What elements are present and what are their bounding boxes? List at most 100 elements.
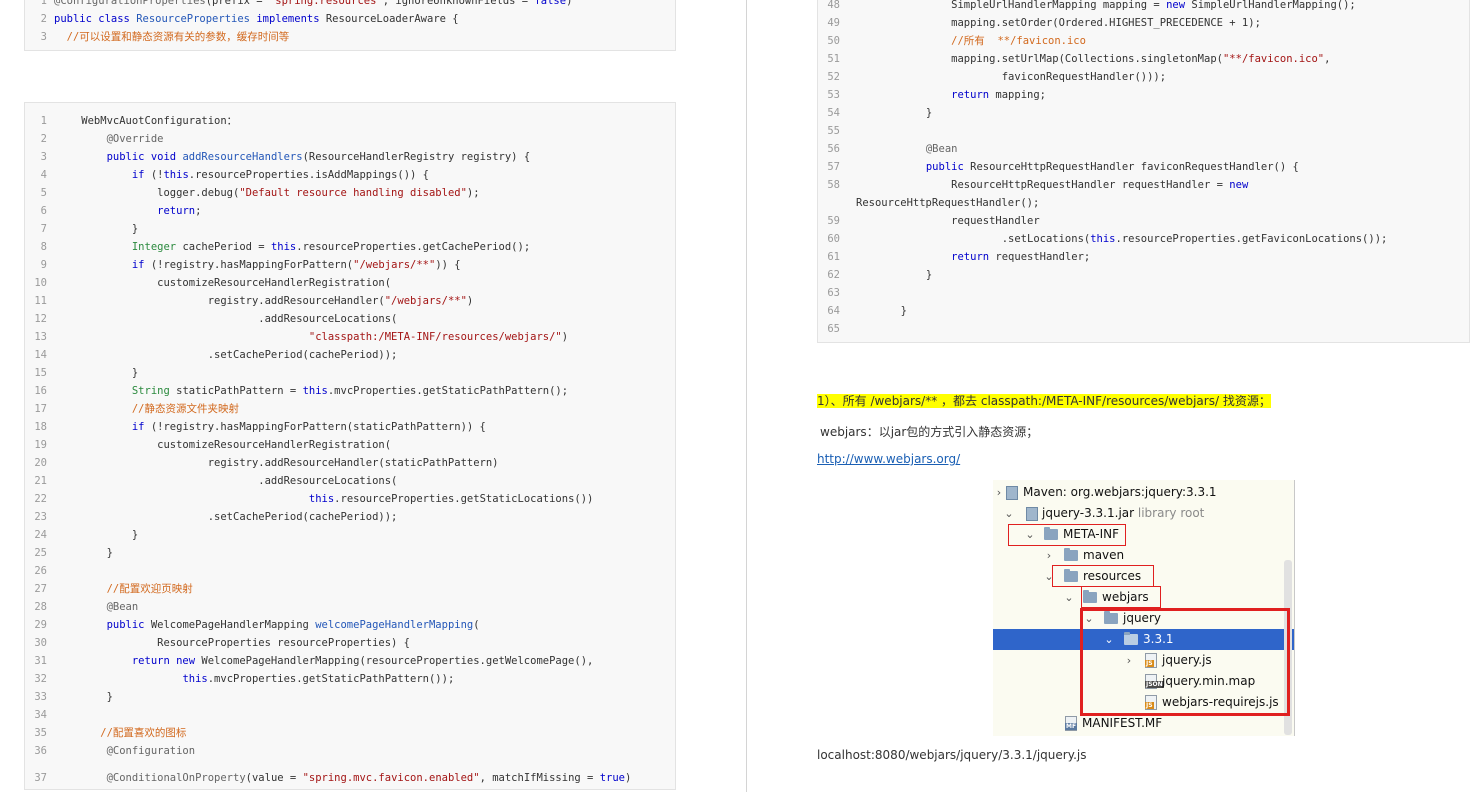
chevron-down-icon: ⌄ [1004,507,1014,520]
code-line: 29 public WelcomePageHandlerMapping welc… [25,616,675,634]
line-number: 53 [827,89,840,101]
code-text: //可以设置和静态资源有关的参数，缓存时间等 [66,31,290,43]
code-text: registry.addResourceHandler("/webjars/**… [56,295,474,307]
tree-row-maven-dir[interactable]: › maven [993,545,1294,566]
code-line: 1 @ConfigurationProperties(prefix = "spri… [25,0,675,10]
line-number: 21 [34,475,47,487]
line-number: 33 [34,691,47,703]
project-tree-screenshot: › Maven: org.webjars:jquery:3.3.1 ⌄ jque… [993,480,1295,736]
code-text: customizeResourceHandlerRegistration( [56,277,392,289]
manifest-file-icon: MF [1065,716,1078,731]
line-number: 16 [34,385,47,397]
code-line: 28 @Bean [25,598,675,616]
code-line: 55 [818,122,1469,140]
line-number: 3 [40,151,47,163]
code-text: public class ResourceProperties implemen… [54,13,459,25]
code-line: 13 "classpath:/META-INF/resources/webjar… [25,328,675,346]
code-text: mapping.setUrlMap(Collections.singletonM… [850,53,1331,65]
code-line: 8 Integer cachePeriod = this.resourcePro… [25,238,675,256]
code-text: if (!registry.hasMappingForPattern("/web… [131,259,461,271]
line-number: 62 [827,269,840,281]
line-number: 13 [34,331,47,343]
code-text: @ConditionalOnProperty(value = "spring.m… [106,772,632,784]
url-example: localhost:8080/webjars/jquery/3.3.1/jque… [817,748,1087,762]
line-number: 30 [34,637,47,649]
code-text: } [850,107,933,119]
line-number: 7 [40,223,47,235]
webjars-description: webjars：以jar包的方式引入静态资源； [820,425,1039,439]
code-text: } [56,547,113,559]
tree-row-maven[interactable]: › Maven: org.webjars:jquery:3.3.1 [993,482,1294,503]
line-number: 34 [34,709,47,721]
code-text: this.mvcProperties.getStaticPathPattern(… [182,673,455,685]
line-number: 63 [827,287,840,299]
line-number: 28 [34,601,47,613]
line-number: 25 [34,547,47,559]
line-number: 22 [34,493,47,505]
code-line: 17 //静态资源文件夹映射 [25,400,675,418]
line-number: 10 [34,277,47,289]
line-number: 59 [827,215,840,227]
code-line: 20 registry.addResourceHandler(staticPat… [25,454,675,472]
webjars-link[interactable]: http://www.webjars.org/ [817,452,960,466]
code-line: 37 @ConditionalOnProperty(value = "sprin… [25,769,675,787]
code-line: 14 .setCachePeriod(cachePeriod)); [25,346,675,364]
code-line: 35 //配置喜欢的图标 [25,724,675,742]
code-text: } [56,529,139,541]
code-text: if (!registry.hasMappingForPattern(stati… [131,421,486,433]
code-line: 53 return mapping; [818,86,1469,104]
code-line: 21 .addResourceLocations( [25,472,675,490]
line-number: 29 [34,619,47,631]
code-line: 54 } [818,104,1469,122]
tree-label: jquery-3.3.1.jar library root [1042,506,1205,520]
code-line: 6 return; [25,202,675,220]
code-line: 51 mapping.setUrlMap(Collections.singlet… [818,50,1469,68]
code-text: @Configuration [106,745,196,757]
highlighted-text: 1）、所有 /webjars/** ，都去 classpath:/META-IN… [817,394,1271,408]
code-line: 18 if (!registry.hasMappingForPattern(st… [25,418,675,436]
line-number: 2 [40,133,47,145]
code-text: } [850,269,933,281]
line-number: 57 [827,161,840,173]
code-block-resource-properties: 1 @ConfigurationProperties(prefix = "spri… [24,0,676,51]
code-line: 4 if (!this.resourceProperties.isAddMapp… [25,166,675,184]
tree-label: Maven: org.webjars:jquery:3.3.1 [1023,485,1217,499]
line-number: 37 [34,772,47,784]
line-number: 3 [40,31,47,43]
tree-row-manifest[interactable]: MF MANIFEST.MF [993,713,1294,734]
line-number: 18 [34,421,47,433]
code-line: 23 .setCachePeriod(cachePeriod)); [25,508,675,526]
code-text: } [56,367,139,379]
code-text: .setCachePeriod(cachePeriod)); [56,349,398,361]
code-line: 34 [25,706,675,724]
code-text: .addResourceLocations( [56,313,398,325]
code-line: 12 .addResourceLocations( [25,310,675,328]
code-line: 50 //所有 **/favicon.ico [818,32,1469,50]
code-text: ResourceHttpRequestHandler requestHandle… [850,179,1249,191]
code-line: 63 [818,284,1469,302]
line-number: 31 [34,655,47,667]
code-block-webmvc-autoconfiguration: 1 WebMvcAuotConfiguration： 2 @Override 3 p… [24,102,676,790]
code-line: ResourceHttpRequestHandler(); [818,194,1469,212]
code-text: return mapping; [951,89,1046,101]
annotation-box-webjars [1081,586,1161,608]
code-line: 2 public class ResourceProperties impleme… [25,10,675,28]
line-number: 51 [827,53,840,65]
code-line: 7 } [25,220,675,238]
tree-row-jar[interactable]: ⌄ jquery-3.3.1.jar library root [993,503,1294,524]
line-number: 12 [34,313,47,325]
code-text: this.resourceProperties.getStaticLocatio… [308,493,594,505]
line-number: 52 [827,71,840,83]
line-number: 50 [827,35,840,47]
line-number: 48 [827,0,840,11]
code-line: 56 @Bean [818,140,1469,158]
code-text: return new WelcomePageHandlerMapping(res… [131,655,594,667]
line-number: 64 [827,305,840,317]
annotation-box-meta-inf [1008,524,1126,546]
line-number: 32 [34,673,47,685]
code-line: 11 registry.addResourceHandler("/webjars… [25,292,675,310]
code-text: requestHandler [850,215,1040,227]
line-number: 26 [34,565,47,577]
line-number: 15 [34,367,47,379]
code-text: //配置欢迎页映射 [106,583,193,595]
